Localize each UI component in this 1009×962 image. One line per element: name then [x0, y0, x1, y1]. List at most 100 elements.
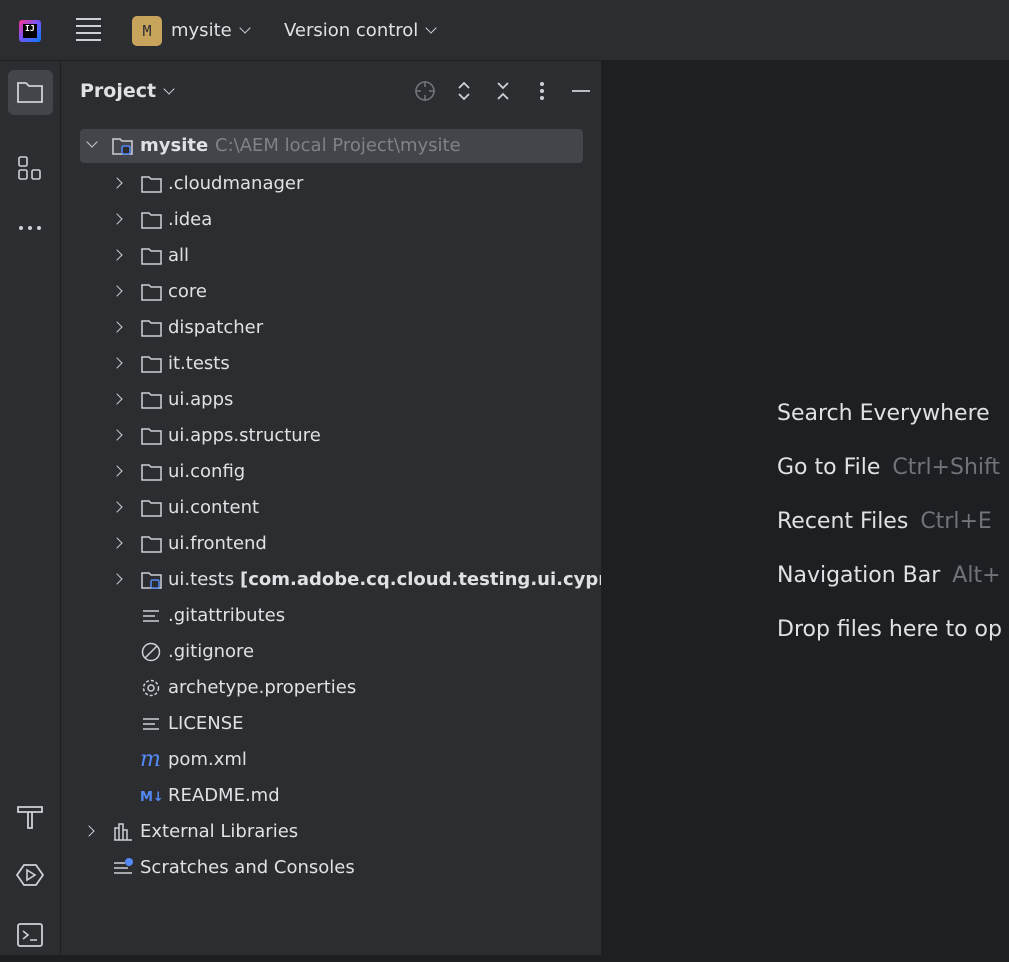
- title-bar: IJ M mysite Version control: [0, 0, 1009, 61]
- structure-icon: [18, 156, 41, 180]
- more-icon: [19, 226, 41, 230]
- project-panel: Project mysite C:\AEM local Project\mysi…: [61, 61, 602, 955]
- options-icon[interactable]: [530, 79, 554, 103]
- tree-label: core: [168, 281, 207, 302]
- tree-row-file[interactable]: .gitignore: [61, 635, 601, 669]
- structure-tool-button[interactable]: [8, 145, 53, 190]
- chevron-right-icon[interactable]: [111, 249, 123, 261]
- more-tools-button[interactable]: [8, 205, 53, 250]
- markdown-icon: M↓: [140, 790, 164, 805]
- collapse-all-icon[interactable]: [491, 79, 515, 103]
- tree-row-folder[interactable]: dispatcher: [61, 311, 601, 345]
- folder-icon: [141, 392, 162, 409]
- ignore-file-icon: [141, 642, 161, 662]
- tree-row-file[interactable]: .gitattributes: [61, 599, 601, 633]
- tree-row-file[interactable]: archetype.properties: [61, 671, 601, 705]
- services-tool-button[interactable]: [8, 853, 53, 898]
- vcs-label: Version control: [284, 20, 419, 41]
- tree-module-info: [com.adobe.cq.cloud.testing.ui.cypr: [240, 569, 602, 590]
- tree-label: ui.apps: [168, 389, 234, 410]
- expand-all-icon[interactable]: [452, 79, 476, 103]
- terminal-tool-button[interactable]: [8, 913, 53, 958]
- main-menu-icon[interactable]: [76, 18, 101, 42]
- chevron-right-icon[interactable]: [111, 285, 123, 297]
- tree-row-folder[interactable]: core: [61, 275, 601, 309]
- chevron-down-icon: [163, 83, 175, 95]
- chevron-right-icon[interactable]: [111, 501, 123, 513]
- chevron-right-icon[interactable]: [111, 537, 123, 549]
- chevron-right-icon[interactable]: [111, 465, 123, 477]
- intellij-logo-icon[interactable]: IJ: [19, 20, 41, 42]
- chevron-right-icon[interactable]: [111, 429, 123, 441]
- chevron-down-icon[interactable]: [86, 136, 98, 148]
- editor-area: Search Everywhere Go to File Ctrl+Shift R…: [603, 61, 1009, 955]
- hide-icon[interactable]: [569, 79, 593, 103]
- tree-row-folder[interactable]: it.tests: [61, 347, 601, 381]
- tree-label: README.md: [168, 785, 280, 806]
- terminal-icon: [17, 923, 43, 947]
- folder-icon: [141, 212, 162, 229]
- folder-icon: [141, 356, 162, 373]
- module-folder-icon: [141, 572, 162, 589]
- hammer-icon: [17, 806, 43, 829]
- tree-row-scratches[interactable]: Scratches and Consoles: [61, 851, 601, 885]
- project-tool-button[interactable]: [8, 70, 53, 115]
- text-file-icon: [143, 610, 159, 622]
- locate-icon[interactable]: [413, 79, 437, 103]
- tree-row-external-libraries[interactable]: External Libraries: [61, 815, 601, 849]
- tree-row-file[interactable]: M↓ README.md: [61, 779, 601, 813]
- tree-label: .idea: [168, 209, 213, 230]
- tree-row-folder[interactable]: ui.apps.structure: [61, 419, 601, 453]
- tree-label: it.tests: [168, 353, 230, 374]
- panel-title[interactable]: Project: [80, 80, 175, 102]
- hint-navigation-bar: Navigation Bar Alt+: [777, 563, 1001, 588]
- tree-row-file[interactable]: LICENSE: [61, 707, 601, 741]
- folder-icon: [141, 464, 162, 481]
- tree-row-file[interactable]: m pom.xml: [61, 743, 601, 777]
- tree-row-folder[interactable]: ui.frontend: [61, 527, 601, 561]
- tree-label: ui.content: [168, 497, 260, 518]
- folder-icon: [141, 320, 162, 337]
- svg-text:m: m: [140, 750, 161, 770]
- chevron-right-icon[interactable]: [111, 177, 123, 189]
- tree-label: Scratches and Consoles: [140, 857, 355, 878]
- build-tool-button[interactable]: [8, 793, 53, 838]
- tree-row-folder[interactable]: ui.content: [61, 491, 601, 525]
- tree-row-folder[interactable]: .idea: [61, 203, 601, 237]
- tree-row-folder[interactable]: .cloudmanager: [61, 167, 601, 201]
- chevron-right-icon[interactable]: [111, 357, 123, 369]
- tree-label: LICENSE: [168, 713, 244, 734]
- tree-label: External Libraries: [140, 821, 299, 842]
- hint-go-to-file: Go to File Ctrl+Shift: [777, 455, 1000, 480]
- chevron-right-icon[interactable]: [111, 393, 123, 405]
- vcs-selector[interactable]: Version control: [284, 20, 437, 41]
- chevron-right-icon[interactable]: [111, 213, 123, 225]
- svg-text:M↓: M↓: [140, 790, 164, 805]
- maven-icon: m: [140, 750, 161, 770]
- tree-label: ui.config: [168, 461, 246, 482]
- chevron-right-icon[interactable]: [83, 825, 95, 837]
- tree-root-row[interactable]: mysite C:\AEM local Project\mysite: [80, 129, 583, 163]
- hint-search-everywhere: Search Everywhere: [777, 401, 990, 426]
- folder-icon: [141, 428, 162, 445]
- project-selector[interactable]: mysite: [171, 20, 251, 41]
- tree-row-ui-tests[interactable]: ui.tests [com.adobe.cq.cloud.testing.ui.…: [61, 563, 602, 597]
- chevron-down-icon: [425, 22, 437, 34]
- folder-icon: [141, 176, 162, 193]
- tree-label: ui.apps.structure: [168, 425, 321, 446]
- project-name: mysite: [171, 20, 232, 41]
- tree-row-folder[interactable]: ui.config: [61, 455, 601, 489]
- folder-icon: [141, 536, 162, 553]
- tree-label: .cloudmanager: [168, 173, 304, 194]
- chevron-right-icon[interactable]: [111, 321, 123, 333]
- chevron-right-icon[interactable]: [111, 573, 123, 585]
- module-folder-icon: [112, 138, 133, 155]
- tree-label: .gitattributes: [168, 605, 286, 626]
- project-badge[interactable]: M: [132, 16, 162, 46]
- folder-icon: [17, 82, 43, 103]
- tree-label: ui.frontend: [168, 533, 267, 554]
- tree-label: mysite: [140, 135, 209, 156]
- folder-icon: [141, 500, 162, 517]
- tree-row-folder[interactable]: all: [61, 239, 601, 273]
- tree-row-folder[interactable]: ui.apps: [61, 383, 601, 417]
